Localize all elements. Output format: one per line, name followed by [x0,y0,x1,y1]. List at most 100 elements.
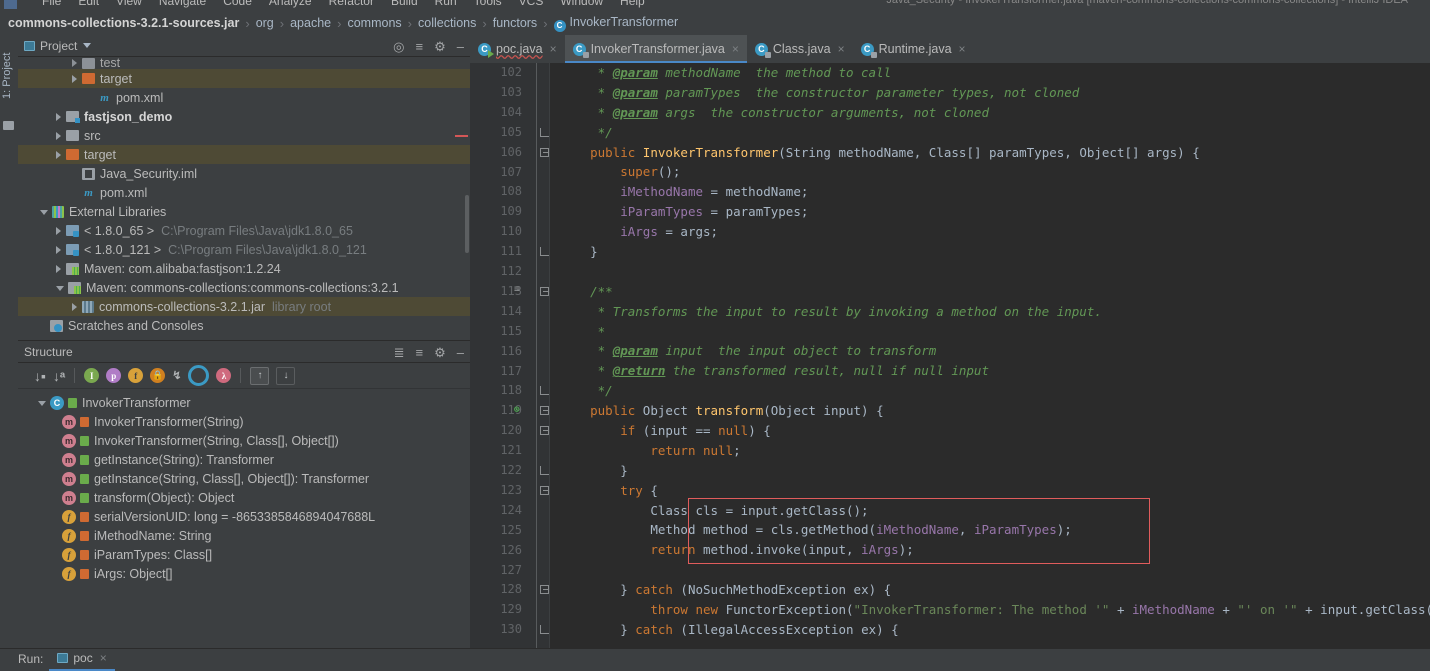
project-tree-row[interactable]: src [18,126,470,145]
menu-item-help[interactable]: Help [620,0,645,8]
project-tree[interactable]: test target m pom.xml fastjson_demo src target… [18,57,470,340]
editor-tab[interactable]: C Runtime.java × [853,35,974,63]
code-content[interactable]: * @param methodName the method to call *… [550,63,1430,648]
show-anonymous-icon[interactable]: ↯ [172,369,181,382]
close-icon[interactable]: × [100,651,107,665]
breadcrumb-item[interactable]: commons [347,16,401,30]
chevron-right-icon[interactable] [56,226,61,235]
show-properties-icon[interactable]: p [106,368,122,383]
structure-tree-row[interactable]: f iMethodName: String [18,526,470,545]
project-tree-row[interactable]: target [18,69,470,88]
chevron-right-icon[interactable] [56,150,61,159]
expand-all-icon[interactable]: ≣ [394,346,405,359]
show-inherited-icon[interactable]: I [84,368,100,383]
editor-tab[interactable]: Cpoc.java × [470,35,565,63]
close-icon[interactable]: × [959,42,966,56]
project-tree-row[interactable]: < 1.8.0_121 > C:\Program Files\Java\jdk1… [18,240,470,259]
javadoc-marker-icon[interactable]: ≡ [514,284,520,295]
structure-tree-row[interactable]: m InvokerTransformer(String) [18,412,470,431]
structure-strip-icon[interactable] [3,121,14,130]
project-tree-row[interactable]: External Libraries [18,202,470,221]
menu-item-file[interactable]: File [42,0,61,8]
run-tab-poc[interactable]: poc × [49,651,116,671]
sidebar-item-project-tab[interactable]: 1: Project [1,41,15,111]
chevron-right-icon[interactable] [56,245,61,254]
chevron-down-icon[interactable] [56,286,64,291]
fold-end-icon[interactable] [540,625,549,635]
code-editor[interactable]: 102 103 104 105 106 107 108 109 110 111 112 113 ≡ 114… [470,63,1430,648]
structure-tree-row[interactable]: m transform(Object): Object [18,488,470,507]
menu-item-build[interactable]: Build [391,0,418,8]
project-tree-row[interactable]: Scratches and Consoles [18,316,470,335]
structure-tree[interactable]: C InvokerTransformer m InvokerTransformer(S… [18,393,470,649]
chevron-down-icon[interactable] [38,401,46,406]
collapse-all-icon[interactable]: ≡ [416,40,424,53]
show-non-public-icon[interactable]: 🔒 [150,368,166,383]
sort-by-visibility-icon[interactable]: ↓▪ [34,368,46,384]
breadcrumb-item[interactable]: commons-collections-3.2.1-sources.jar [8,16,239,30]
chevron-right-icon[interactable] [56,112,61,121]
breadcrumb-item[interactable]: apache [290,16,331,30]
menu-item-edit[interactable]: Edit [78,0,99,8]
collapse-all-icon[interactable]: ↓ [276,366,296,385]
project-tree-row[interactable]: Maven: commons-collections:commons-colle… [18,278,470,297]
chevron-right-icon[interactable] [72,59,77,67]
menu-items[interactable]: File Edit View Navigate Code Analyze Refactor B… [42,0,645,8]
chevron-right-icon[interactable] [56,264,61,273]
locate-icon[interactable]: ◎ [393,40,404,53]
menu-item-refactor[interactable]: Refactor [329,0,374,8]
project-scrollbar[interactable] [465,195,469,253]
menu-item-code[interactable]: Code [223,0,252,8]
menu-item-tools[interactable]: Tools [474,0,502,8]
chevron-right-icon[interactable] [72,74,77,83]
fold-expand-icon[interactable] [540,147,549,157]
close-icon[interactable]: × [838,42,845,56]
menu-item-vcs[interactable]: VCS [519,0,544,8]
chevron-right-icon[interactable] [72,302,77,311]
project-tree-row[interactable]: m pom.xml [18,183,470,202]
fold-end-icon[interactable] [540,386,549,396]
override-method-icon[interactable]: ⊙ [514,405,524,415]
breadcrumb-item[interactable]: functors [493,16,537,30]
collapse-all-icon[interactable]: ≡ [416,346,424,359]
gear-icon[interactable]: ⚙ [434,40,446,53]
close-icon[interactable]: × [732,42,739,56]
menu-item-navigate[interactable]: Navigate [159,0,206,8]
chevron-right-icon[interactable] [56,131,61,140]
hide-icon[interactable]: – [457,346,464,359]
fold-expand-icon[interactable] [540,485,549,495]
project-tree-row[interactable]: Maven: com.alibaba:fastjson:1.2.24 [18,259,470,278]
menu-item-window[interactable]: Window [560,0,603,8]
project-tree-row[interactable]: < 1.8.0_65 > C:\Program Files\Java\jdk1.… [18,221,470,240]
menu-item-analyze[interactable]: Analyze [269,0,312,8]
fold-expand-icon[interactable] [540,406,549,416]
chevron-down-icon[interactable] [83,43,92,48]
structure-tree-row[interactable]: m getInstance(String): Transformer [18,450,470,469]
structure-tree-row[interactable]: f iArgs: Object[] [18,564,470,583]
structure-tree-row[interactable]: C InvokerTransformer [18,393,470,412]
close-icon[interactable]: × [550,42,557,56]
breadcrumb-item[interactable]: org [256,16,274,30]
fold-expand-icon[interactable] [540,286,549,296]
project-tree-row[interactable]: target [18,145,470,164]
fold-end-icon[interactable] [540,247,549,257]
fold-end-icon[interactable] [540,466,549,475]
expand-all-icon[interactable]: ↑ [250,366,270,385]
project-tree-row[interactable]: commons-collections-3.2.1.jar library ro… [18,297,470,316]
menu-item-run[interactable]: Run [435,0,457,8]
chevron-down-icon[interactable] [40,210,48,215]
editor-tab[interactable]: C InvokerTransformer.java × [564,35,748,63]
breadcrumb-item[interactable]: collections [418,16,476,30]
structure-tree-row[interactable]: f iParamTypes: Class[] [18,545,470,564]
show-lambdas-icon[interactable]: λ [216,368,232,383]
fold-end-icon[interactable] [540,127,549,137]
project-tree-row[interactable]: fastjson_demo [18,107,470,126]
menu-item-view[interactable]: View [116,0,142,8]
editor-tab[interactable]: C Class.java × [747,35,853,63]
fold-gutter[interactable] [532,63,550,648]
structure-tree-row[interactable]: m getInstance(String, Class[], Object[]):… [18,469,470,488]
fold-expand-icon[interactable] [540,585,549,595]
project-tree-row[interactable]: m pom.xml [18,88,470,107]
breadcrumb-item[interactable]: C InvokerTransformer [553,15,678,32]
fold-expand-icon[interactable] [540,426,549,436]
